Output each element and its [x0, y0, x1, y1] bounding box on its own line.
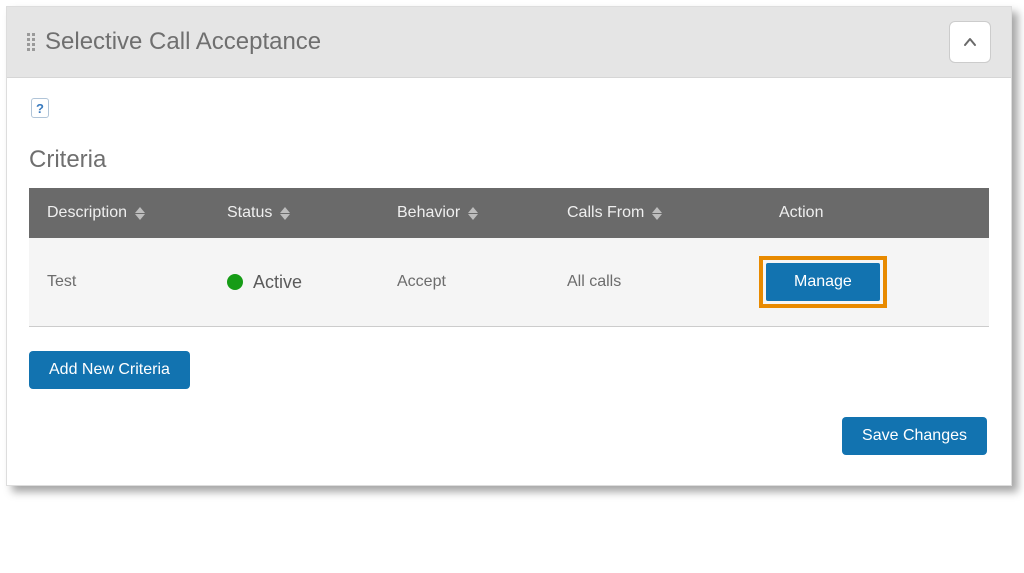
column-header-behavior-label: Behavior	[397, 204, 460, 222]
drag-handle-icon[interactable]	[27, 33, 35, 51]
criteria-table: Description Status	[29, 188, 989, 326]
manage-button-highlight: Manage	[759, 256, 887, 308]
cell-behavior: Accept	[379, 238, 549, 326]
column-header-callsfrom-label: Calls From	[567, 204, 644, 222]
sort-icon	[652, 207, 662, 220]
manage-button[interactable]: Manage	[766, 263, 880, 301]
cell-description: Test	[29, 238, 209, 326]
sort-icon	[468, 207, 478, 220]
column-header-description[interactable]: Description	[29, 188, 209, 238]
column-header-status-label: Status	[227, 204, 272, 222]
column-header-behavior[interactable]: Behavior	[379, 188, 549, 238]
criteria-header-row: Description Status	[29, 188, 989, 238]
cell-status: Active	[209, 238, 379, 326]
column-header-action-label: Action	[779, 204, 823, 221]
cell-action: Manage	[749, 238, 989, 326]
column-header-callsfrom[interactable]: Calls From	[549, 188, 749, 238]
panel-header: Selective Call Acceptance	[7, 7, 1011, 78]
column-header-action: Action	[749, 188, 989, 238]
column-header-status[interactable]: Status	[209, 188, 379, 238]
help-icon[interactable]: ?	[31, 98, 49, 118]
column-header-description-label: Description	[47, 204, 127, 222]
criteria-section-title: Criteria	[29, 146, 989, 174]
selective-call-acceptance-panel: Selective Call Acceptance ? Criteria Des…	[6, 6, 1012, 486]
table-row: Test Active Accept All calls Manage	[29, 238, 989, 326]
add-new-criteria-button[interactable]: Add New Criteria	[29, 351, 190, 389]
chevron-up-icon	[963, 35, 977, 49]
panel-title: Selective Call Acceptance	[45, 28, 321, 56]
criteria-table-wrap: Description Status	[29, 188, 989, 327]
sort-icon	[135, 207, 145, 220]
cell-status-label: Active	[253, 272, 302, 293]
sort-icon	[280, 207, 290, 220]
panel-body: ? Criteria Description	[7, 78, 1011, 485]
cell-callsfrom: All calls	[549, 238, 749, 326]
save-row: Save Changes	[29, 417, 989, 455]
status-indicator-icon	[227, 274, 243, 290]
add-criteria-row: Add New Criteria	[29, 351, 989, 389]
save-changes-button[interactable]: Save Changes	[842, 417, 987, 455]
panel-header-left: Selective Call Acceptance	[27, 28, 321, 56]
collapse-toggle-button[interactable]	[949, 21, 991, 63]
